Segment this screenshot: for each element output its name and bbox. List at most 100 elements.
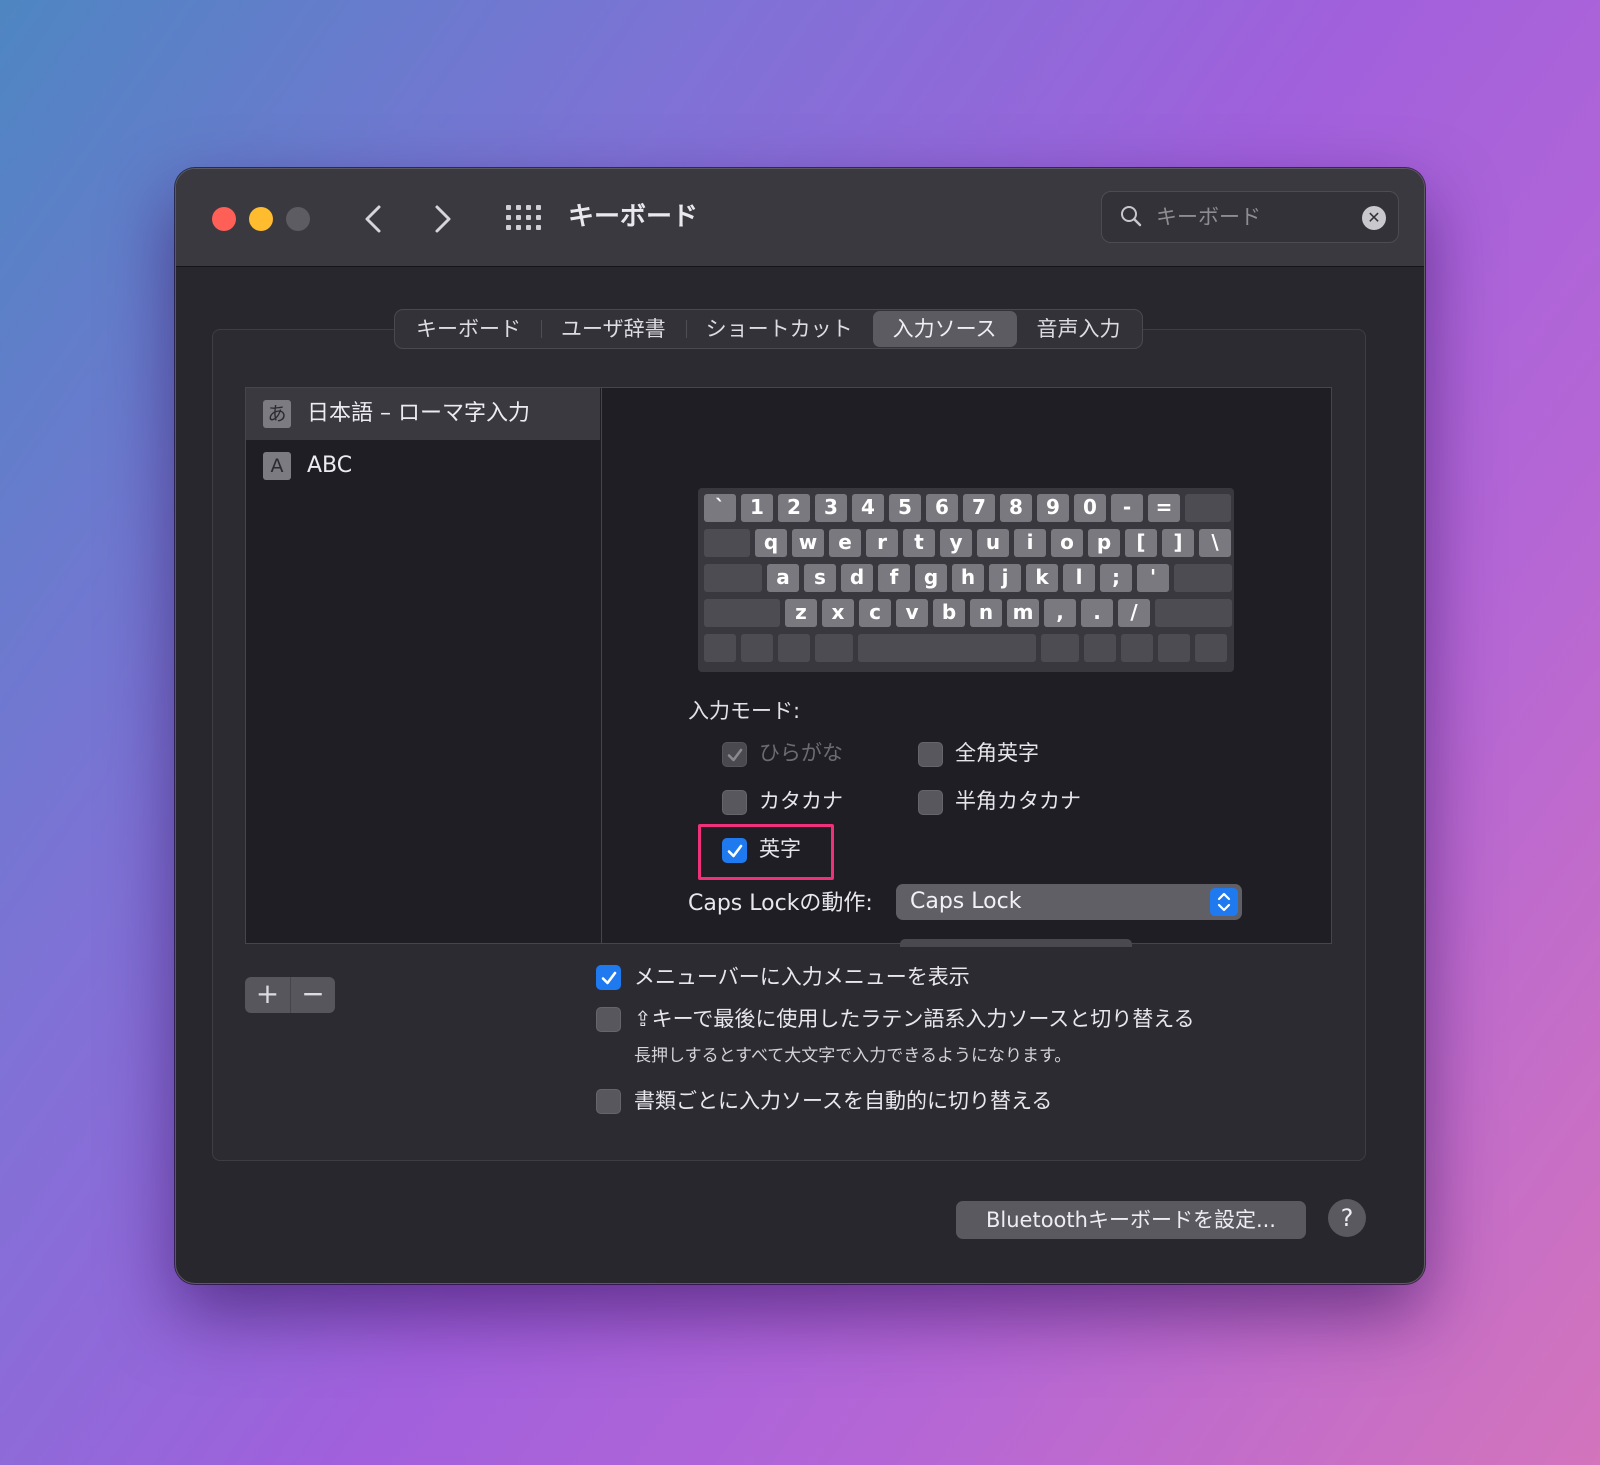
keyboard-key: i	[1014, 529, 1046, 557]
remove-source-button[interactable]: −	[290, 977, 335, 1013]
keyboard-key-blank	[1041, 634, 1079, 662]
keyboard-key: z	[785, 599, 817, 627]
keyboard-key: 0	[1074, 494, 1106, 522]
search-input[interactable]	[1156, 202, 1346, 232]
checkmark-icon	[727, 748, 743, 762]
keyboard-key-blank	[1174, 564, 1232, 592]
checkmark-icon	[601, 971, 617, 985]
fullwidth-roman-checkbox[interactable]	[918, 742, 943, 767]
minimize-window-button[interactable]	[249, 207, 273, 231]
romaji-checkbox[interactable]	[722, 838, 747, 863]
keyboard-key: /	[1118, 599, 1150, 627]
input-sources-panel: あ 日本語 – ローマ字入力 A ABC ` 1 2 3 4 5 6 7 8 9 0- = qwert…	[245, 387, 1332, 947]
keyboard-key-blank	[1121, 634, 1153, 662]
keyboard-key: s	[804, 564, 836, 592]
input-mode-label: 入力モード:	[688, 699, 801, 723]
auto-switch-source-label: 書類ごとに入力ソースを自動的に切り替える	[634, 1089, 1053, 1113]
keyboard-key: ]	[1162, 529, 1194, 557]
show-input-menu-label: メニューバーに入力メニューを表示	[634, 965, 970, 989]
keyboard-key-blank	[1158, 634, 1190, 662]
caps-lock-action-label: Caps Lockの動作:	[688, 891, 873, 916]
capslock-switch-label: ⇪キーで最後に使用したラテン語系入力ソースと切り替える	[634, 1007, 1195, 1031]
setup-bluetooth-keyboard-button[interactable]: Bluetoothキーボードを設定...	[956, 1201, 1306, 1239]
search-field[interactable]: ✕	[1101, 191, 1399, 243]
fullwidth-roman-label: 全角英字	[955, 741, 1039, 765]
hiragana-badge-icon: あ	[263, 400, 291, 428]
capslock-switch-checkbox[interactable]	[596, 1007, 621, 1032]
keyboard-key-blank	[704, 599, 780, 627]
keyboard-key: y	[940, 529, 972, 557]
keyboard-key: x	[822, 599, 854, 627]
zoom-window-button[interactable]	[286, 207, 310, 231]
show-all-grid-icon[interactable]	[506, 205, 542, 231]
checkmark-icon	[727, 844, 743, 858]
show-input-menu-checkbox[interactable]	[596, 965, 621, 990]
romaji-label: 英字	[759, 837, 801, 861]
keyboard-key-blank	[704, 634, 736, 662]
tab-bar: キーボード ユーザ辞書 ショートカット 入力ソース 音声入力	[394, 309, 1143, 349]
keyboard-key: 3	[815, 494, 847, 522]
preferences-window: キーボード ✕ キーボード ユーザ辞書 ショートカット 入力ソース 音声入力 あ…	[175, 168, 1425, 1284]
keyboard-key: m	[1007, 599, 1039, 627]
keyboard-key: -	[1111, 494, 1143, 522]
keyboard-key: 2	[778, 494, 810, 522]
keyboard-key: q	[755, 529, 787, 557]
add-source-button[interactable]: +	[245, 977, 290, 1013]
keyboard-key: k	[1026, 564, 1058, 592]
close-window-button[interactable]	[212, 207, 236, 231]
keyboard-key-blank	[1155, 599, 1232, 627]
help-button[interactable]: ?	[1328, 1199, 1366, 1237]
keyboard-row-5	[704, 634, 1227, 662]
keyboard-key: 4	[852, 494, 884, 522]
keyboard-key: b	[933, 599, 965, 627]
clear-search-icon[interactable]: ✕	[1362, 206, 1386, 230]
tab-dictation[interactable]: 音声入力	[1017, 311, 1141, 347]
keyboard-key: 8	[1000, 494, 1032, 522]
keyboard-key: p	[1088, 529, 1120, 557]
scrolled-control-edge	[900, 939, 1132, 947]
tab-input-sources[interactable]: 入力ソース	[872, 311, 1017, 347]
keyboard-key: r	[866, 529, 898, 557]
keyboard-key: e	[829, 529, 861, 557]
hiragana-checkbox[interactable]	[722, 742, 747, 767]
list-item[interactable]: あ 日本語 – ローマ字入力	[246, 388, 600, 440]
keyboard-key: [	[1125, 529, 1157, 557]
input-source-list: あ 日本語 – ローマ字入力 A ABC	[246, 388, 602, 943]
list-item[interactable]: A ABC	[246, 440, 600, 492]
keyboard-key: w	[792, 529, 824, 557]
add-remove-control: + −	[245, 977, 335, 1013]
keyboard-key-blank	[704, 529, 750, 557]
katakana-checkbox[interactable]	[722, 790, 747, 815]
keyboard-key: o	[1051, 529, 1083, 557]
tab-keyboard[interactable]: キーボード	[396, 311, 541, 347]
keyboard-row-4: z x c v b n m,. /	[704, 599, 1232, 627]
keyboard-key-blank	[1195, 634, 1227, 662]
keyboard-row-3: a s d f g h j k l; '	[704, 564, 1232, 592]
halfwidth-katakana-checkbox[interactable]	[918, 790, 943, 815]
auto-switch-source-checkbox[interactable]	[596, 1089, 621, 1114]
keyboard-key: n	[970, 599, 1002, 627]
caps-lock-action-select[interactable]: Caps Lock	[896, 884, 1242, 920]
tab-shortcuts[interactable]: ショートカット	[685, 311, 873, 347]
keyboard-key-blank	[704, 564, 762, 592]
source-label: ABC	[307, 453, 353, 478]
keyboard-key: l	[1063, 564, 1095, 592]
keyboard-key: 7	[963, 494, 995, 522]
keyboard-row-1: ` 1 2 3 4 5 6 7 8 9 0- =	[704, 494, 1231, 522]
tab-user-dictionary[interactable]: ユーザ辞書	[541, 311, 686, 347]
katakana-label: カタカナ	[759, 789, 843, 813]
forward-chevron-icon[interactable]	[422, 199, 462, 239]
keyboard-key-blank	[858, 634, 1036, 662]
title-bar: キーボード ✕	[176, 169, 1424, 267]
keyboard-row-2: q w e r t y u i o p[] \	[704, 529, 1231, 557]
keyboard-layout-preview: ` 1 2 3 4 5 6 7 8 9 0- = q w e r t y u i o p[] \ a s d f g h j k l; ' …	[698, 488, 1234, 672]
caps-lock-select-value: Caps Lock	[910, 889, 1022, 914]
keyboard-key: ,	[1044, 599, 1076, 627]
window-title: キーボード	[568, 202, 699, 232]
back-chevron-icon[interactable]	[354, 199, 394, 239]
keyboard-key: 5	[889, 494, 921, 522]
keyboard-key: '	[1137, 564, 1169, 592]
keyboard-key: v	[896, 599, 928, 627]
keyboard-key: `	[704, 494, 736, 522]
abc-badge-icon: A	[263, 452, 291, 480]
